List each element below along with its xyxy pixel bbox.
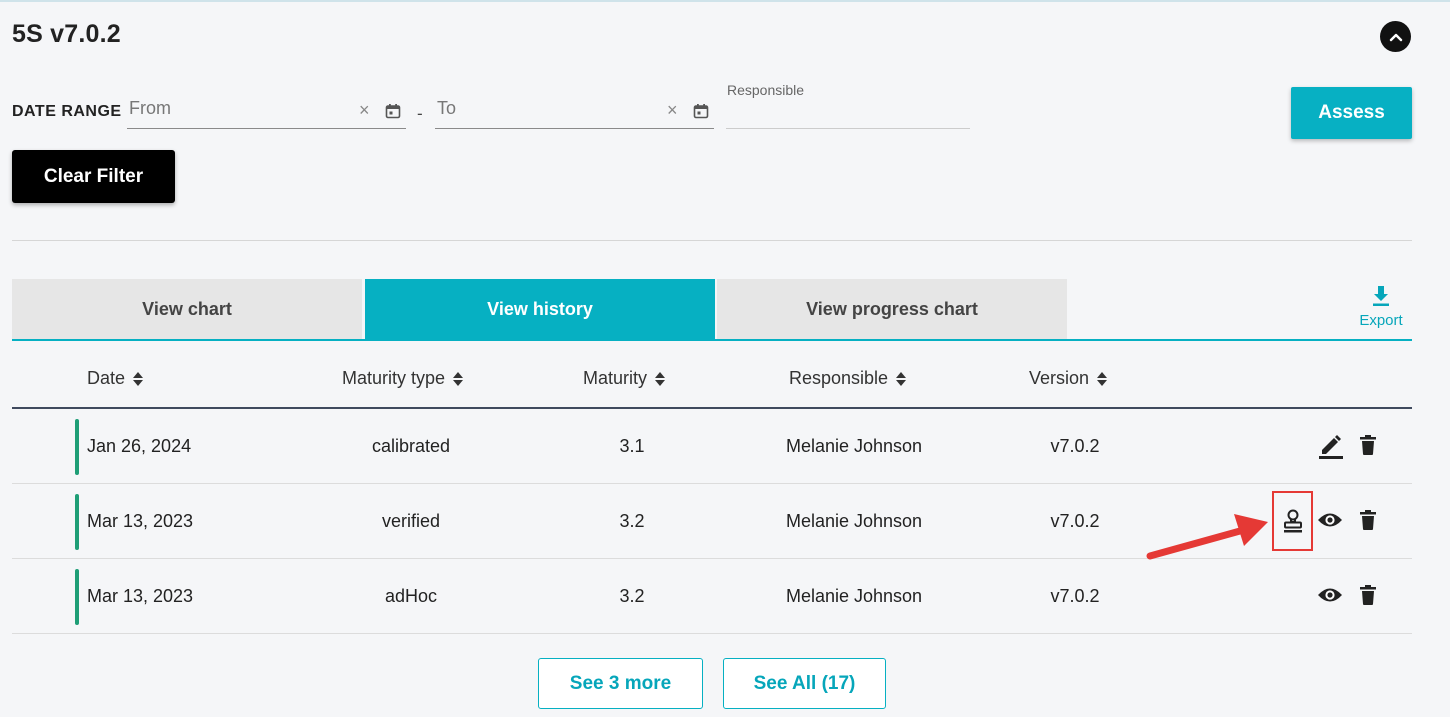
date-from-field[interactable]: From × [127,94,406,129]
edit-button[interactable] [1316,432,1346,460]
row-version: v7.0.2 [1050,511,1100,531]
column-header-responsible[interactable]: Responsible [789,368,907,389]
row-date: Mar 13, 2023 [87,511,194,531]
delete-button[interactable] [1356,583,1380,607]
row-version: v7.0.2 [1050,436,1100,456]
export-button[interactable]: Export [1352,285,1410,329]
sort-icon [1097,371,1108,386]
view-icon [1318,513,1342,527]
delete-icon [1360,585,1376,605]
delete-button[interactable] [1356,433,1380,457]
sort-icon [133,371,144,386]
column-header-maturity[interactable]: Maturity [583,368,666,389]
sort-icon [896,371,907,386]
responsible-input[interactable] [726,104,970,129]
tab-view-progress-chart[interactable]: View progress chart [717,279,1067,339]
column-header-maturity-type[interactable]: Maturity type [342,368,464,389]
row-responsible: Melanie Johnson [785,511,923,531]
sort-icon [655,371,666,386]
column-label: Version [1029,368,1090,388]
tab-view-chart[interactable]: View chart [12,279,362,339]
row-maturity: 3.2 [619,586,645,606]
view-button[interactable] [1316,508,1344,532]
date-from-placeholder: From [129,98,171,118]
annotation-highlight-box [1272,491,1313,551]
row-date: Mar 13, 2023 [87,586,194,606]
row-maturity-type: adHoc [384,586,438,606]
range-separator: - [417,104,423,123]
date-range-label: DATE RANGE [12,103,122,120]
view-button[interactable] [1316,583,1344,607]
row-status-marker [75,494,79,550]
calendar-icon[interactable] [385,103,401,119]
table-row: Jan 26, 2024 calibrated 3.1 Melanie John… [12,409,1412,484]
row-maturity-type: verified [381,511,441,531]
row-maturity: 3.2 [619,511,645,531]
edit-icon [1319,435,1343,459]
see-more-button[interactable]: See 3 more [538,658,703,709]
assess-button[interactable]: Assess [1291,87,1412,139]
top-border [0,0,1450,2]
row-status-marker [75,569,79,625]
delete-icon [1360,510,1376,530]
column-label: Date [87,368,126,388]
column-header-version[interactable]: Version [1029,368,1108,389]
row-maturity-type: calibrated [371,436,451,456]
date-to-placeholder: To [437,98,457,118]
date-to-field[interactable]: To × [435,94,714,129]
table-row: Mar 13, 2023 adHoc 3.2 Melanie Johnson v… [12,559,1412,634]
delete-icon [1360,435,1376,455]
section-divider [12,240,1412,241]
responsible-label: Responsible [727,82,805,98]
collapse-button[interactable] [1380,21,1411,52]
tab-view-history[interactable]: View history [365,279,715,339]
clear-from-icon[interactable]: × [359,100,370,121]
page-title: 5S v7.0.2 [12,20,121,48]
column-label: Responsible [789,368,889,388]
sort-icon [453,371,464,386]
chevron-up-icon [1389,33,1402,41]
column-header-date[interactable]: Date [87,368,144,389]
download-icon [1373,286,1389,306]
see-all-button[interactable]: See All (17) [723,658,886,709]
row-date: Jan 26, 2024 [87,436,192,456]
calendar-icon[interactable] [693,103,709,119]
view-icon [1318,588,1342,602]
column-label: Maturity [583,368,648,388]
export-label: Export [1359,312,1403,329]
row-status-marker [75,419,79,475]
row-responsible: Melanie Johnson [785,586,923,606]
tabs-underline [12,339,1412,341]
row-responsible: Melanie Johnson [785,436,923,456]
clear-filter-button[interactable]: Clear Filter [12,150,175,203]
annotation-arrow-icon [1146,514,1268,560]
row-version: v7.0.2 [1050,586,1100,606]
row-maturity: 3.1 [619,436,645,456]
delete-button[interactable] [1356,508,1380,532]
column-label: Maturity type [342,368,446,388]
clear-to-icon[interactable]: × [667,100,678,121]
